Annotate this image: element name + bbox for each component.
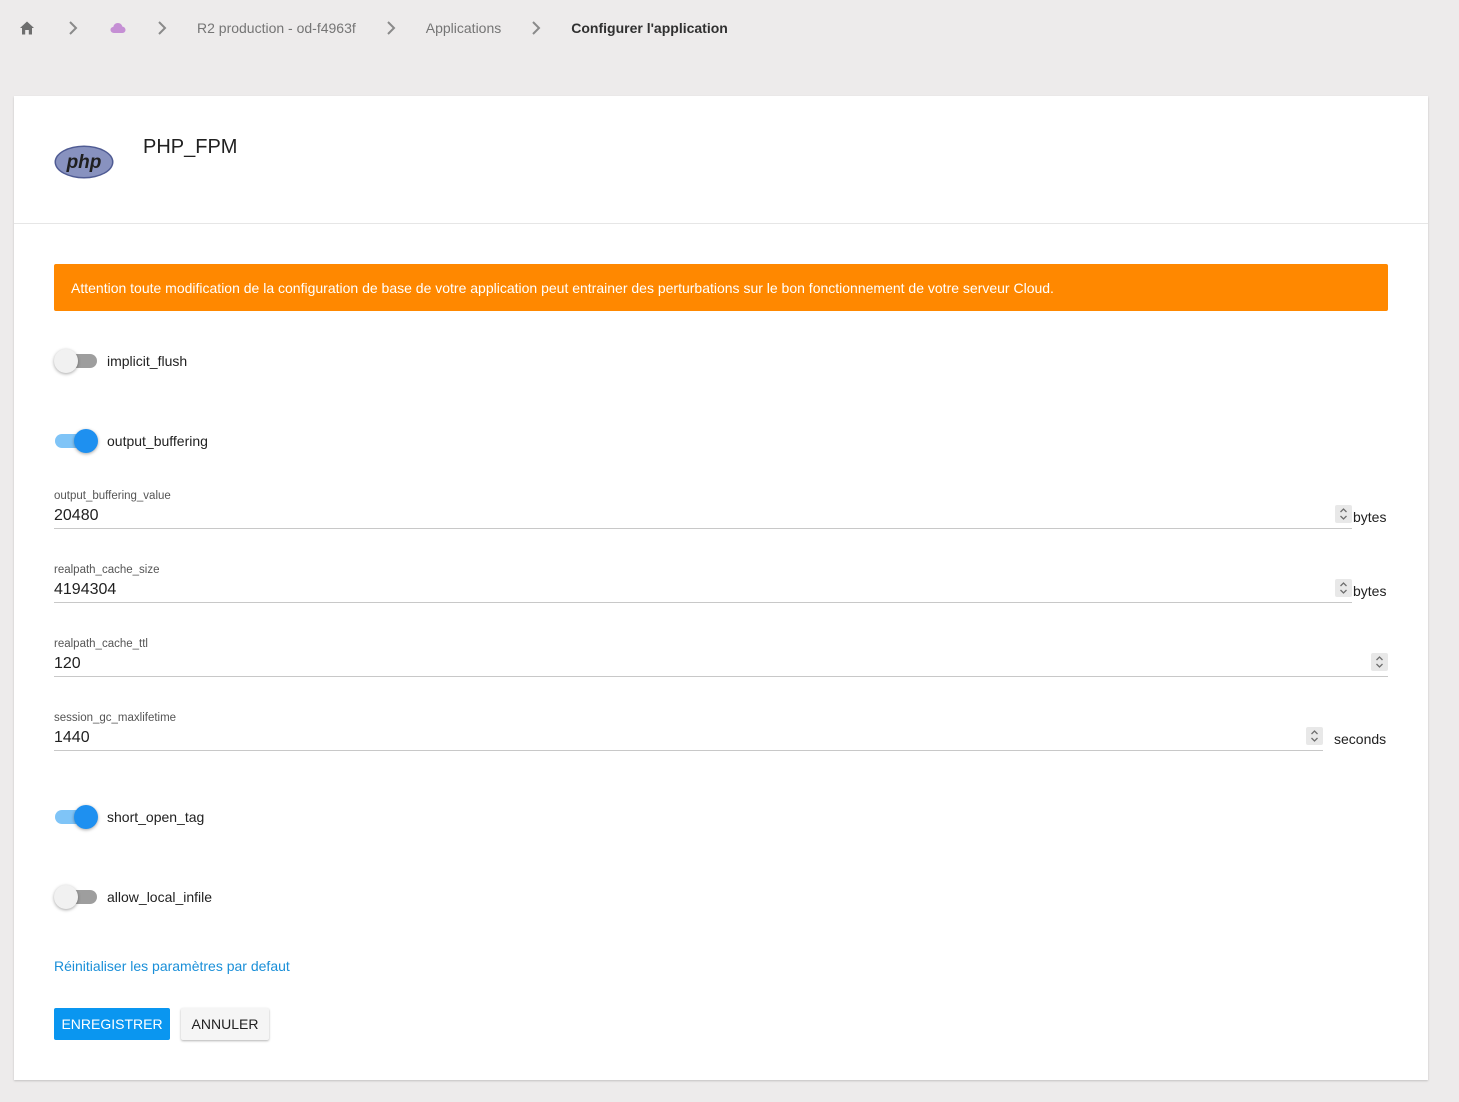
reset-defaults-link[interactable]: Réinitialiser les paramètres par defaut: [54, 958, 290, 974]
toggle-thumb: [74, 805, 98, 829]
cancel-button[interactable]: ANNULER: [181, 1008, 269, 1040]
short-open-tag-row: short_open_tag: [54, 804, 204, 830]
output-buffering-row: output_buffering: [54, 428, 208, 454]
breadcrumb-server-link[interactable]: R2 production - od-f4963f: [197, 20, 356, 36]
warning-banner: Attention toute modification de la confi…: [54, 264, 1388, 311]
unit-label: bytes: [1353, 509, 1387, 525]
allow-local-infile-label: allow_local_infile: [107, 889, 213, 905]
output-buffering-value-field: output_buffering_value 20480 bytes: [54, 490, 1388, 534]
toggle-thumb: [54, 349, 78, 373]
implicit-flush-label: implicit_flush: [107, 353, 188, 369]
field-value: 20480: [54, 507, 99, 524]
field-value: 1440: [54, 729, 90, 746]
field-value: 120: [54, 655, 81, 672]
breadcrumb-current: Configurer l'application: [571, 20, 728, 36]
config-card: php PHP_FPM Attention toute modification…: [14, 96, 1428, 1080]
implicit-flush-row: implicit_flush: [54, 348, 187, 374]
cloud-icon[interactable]: [109, 19, 127, 37]
field-value: 4194304: [54, 581, 117, 598]
app-name: PHP_FPM: [143, 136, 238, 158]
output-buffering-toggle[interactable]: [54, 428, 98, 454]
number-stepper-icon[interactable]: [1371, 653, 1388, 671]
realpath-cache-size-input[interactable]: 4194304: [54, 578, 1352, 603]
field-label: output_buffering_value: [54, 490, 171, 502]
card-header: php PHP_FPM: [14, 96, 1428, 224]
field-label: realpath_cache_size: [54, 564, 160, 576]
session-gc-maxlifetime-input[interactable]: 1440: [54, 726, 1323, 751]
number-stepper-icon[interactable]: [1335, 579, 1352, 597]
field-label: session_gc_maxlifetime: [54, 712, 177, 724]
breadcrumb: R2 production - od-f4963f Applications C…: [18, 14, 728, 42]
chevron-right-icon: [529, 19, 543, 37]
realpath-cache-size-field: realpath_cache_size 4194304 bytes: [54, 564, 1388, 608]
implicit-flush-toggle[interactable]: [54, 348, 98, 374]
session-gc-maxlifetime-field: session_gc_maxlifetime 1440 seconds: [54, 712, 1388, 756]
realpath-cache-ttl-field: realpath_cache_ttl 120: [54, 638, 1388, 682]
save-button[interactable]: ENREGISTRER: [54, 1008, 170, 1040]
number-stepper-icon[interactable]: [1306, 727, 1323, 745]
output-buffering-label: output_buffering: [107, 433, 208, 449]
short-open-tag-toggle[interactable]: [54, 804, 98, 830]
svg-text:php: php: [66, 152, 102, 173]
chevron-right-icon: [384, 19, 398, 37]
toggle-thumb: [54, 885, 78, 909]
unit-label: seconds: [1334, 731, 1387, 747]
realpath-cache-ttl-input[interactable]: 120: [54, 652, 1388, 677]
allow-local-infile-row: allow_local_infile: [54, 884, 212, 910]
chevron-right-icon: [155, 19, 169, 37]
allow-local-infile-toggle[interactable]: [54, 884, 98, 910]
output-buffering-value-input[interactable]: 20480: [54, 504, 1352, 529]
field-label: realpath_cache_ttl: [54, 638, 148, 650]
unit-label: bytes: [1353, 583, 1387, 599]
breadcrumb-applications-link[interactable]: Applications: [426, 20, 502, 36]
number-stepper-icon[interactable]: [1335, 505, 1352, 523]
php-logo: php: [54, 145, 114, 184]
short-open-tag-label: short_open_tag: [107, 809, 205, 825]
toggle-thumb: [74, 429, 98, 453]
warning-text: Attention toute modification de la confi…: [71, 279, 1054, 296]
chevron-right-icon: [66, 19, 80, 37]
home-icon[interactable]: [18, 19, 36, 37]
